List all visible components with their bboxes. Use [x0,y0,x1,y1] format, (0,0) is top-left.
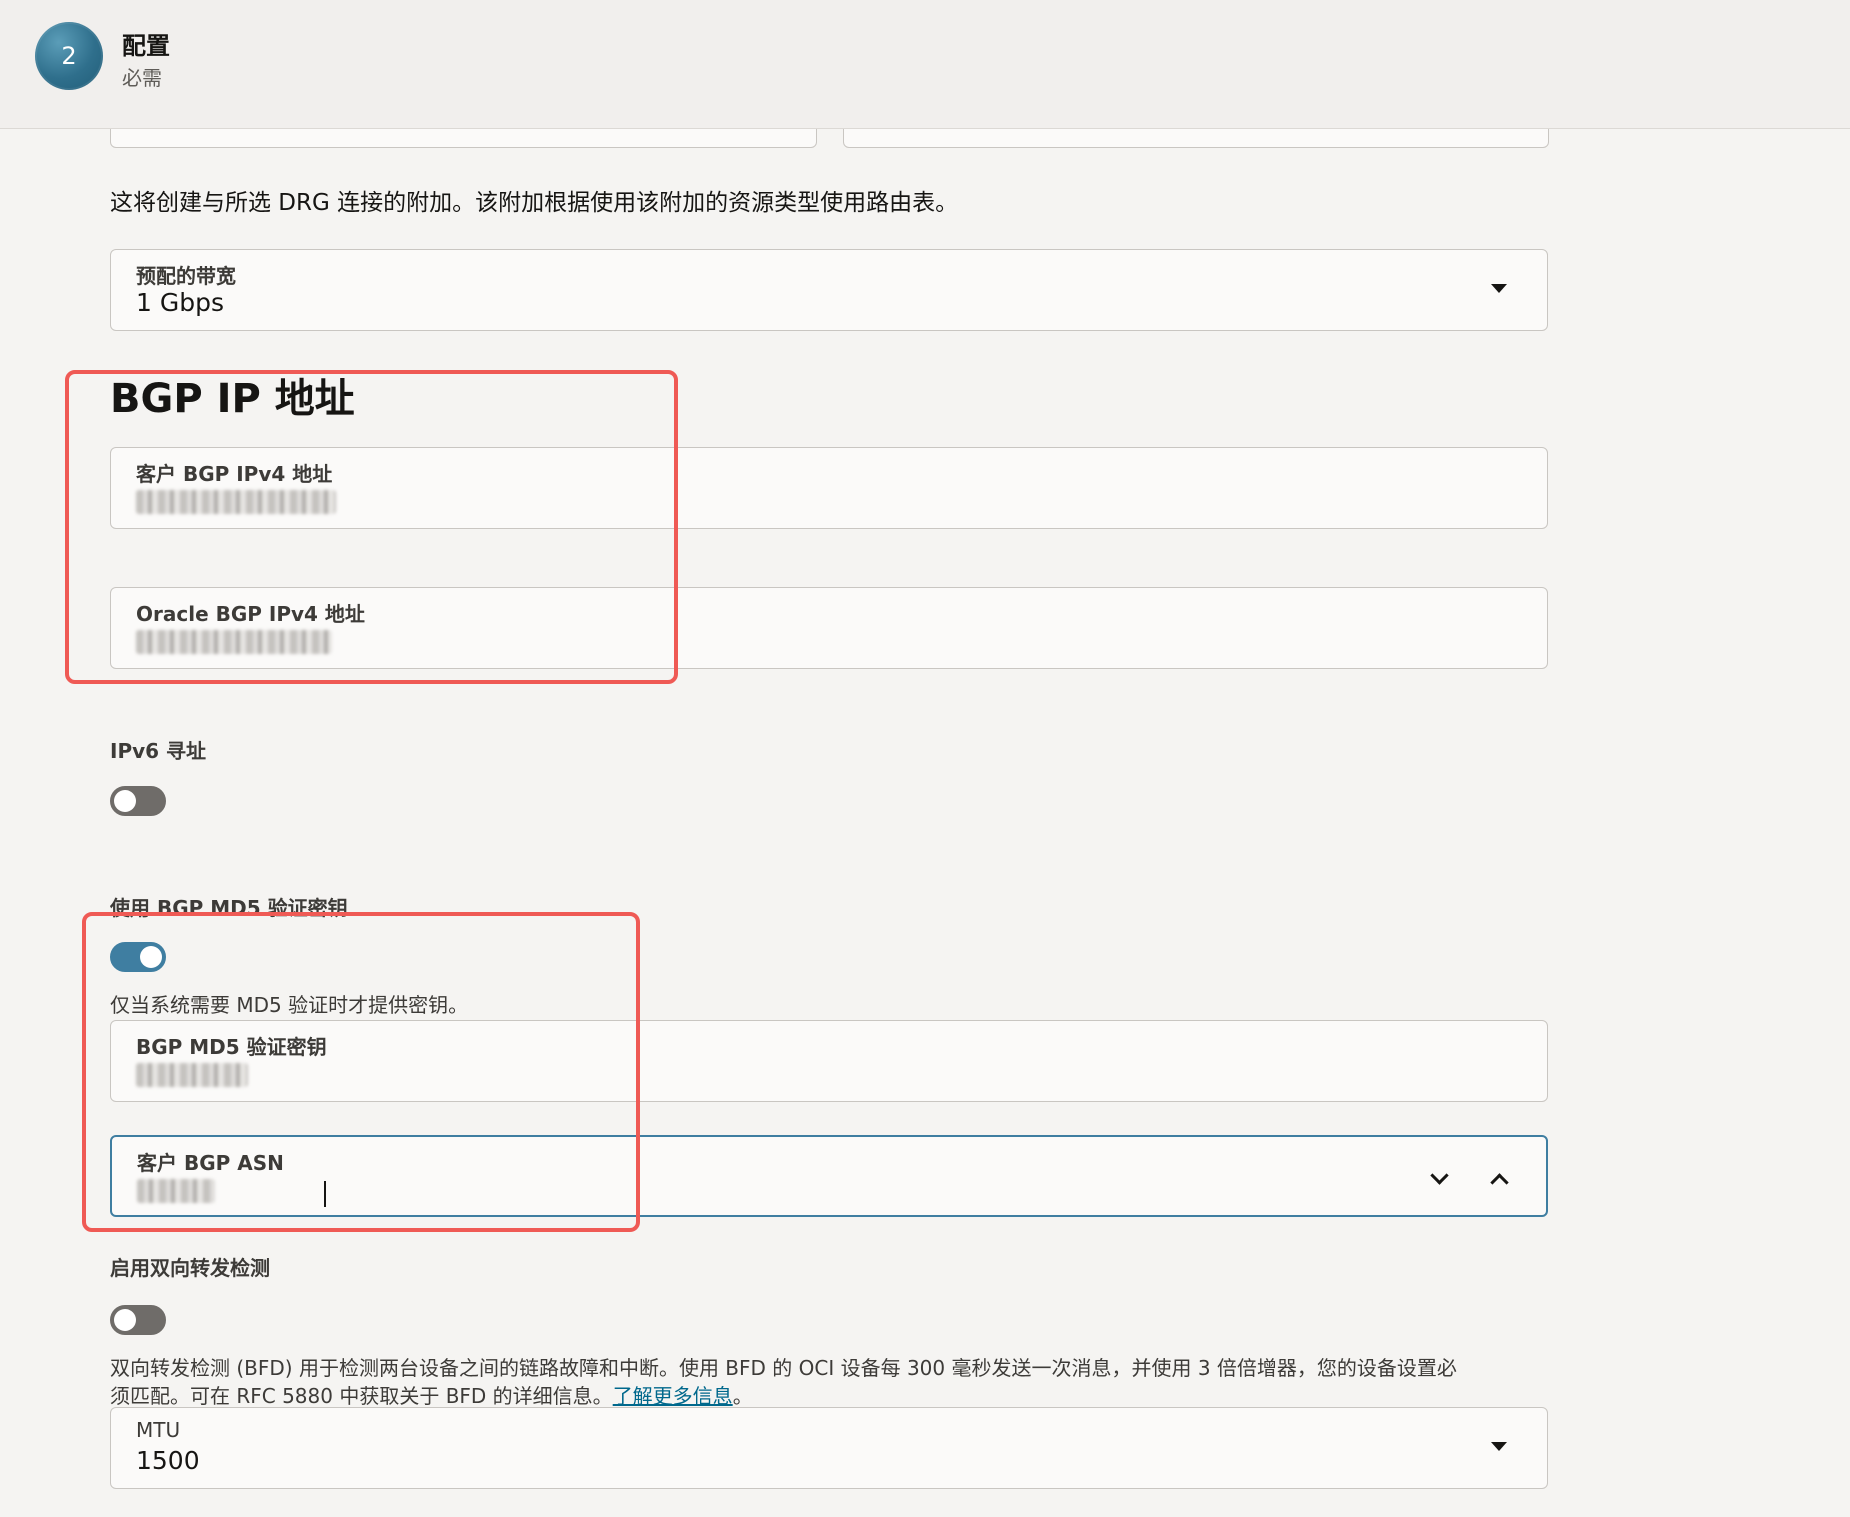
caret-down-icon[interactable] [1491,1442,1507,1451]
bandwidth-label: 预配的带宽 [136,264,236,288]
ipv6-label: IPv6 寻址 [110,739,207,763]
bfd-toggle[interactable] [110,1305,166,1335]
ipv6-toggle[interactable] [110,786,166,816]
bfd-help-line2: 须匹配。可在 RFC 5880 中获取关于 BFD 的详细信息。 [110,1384,613,1408]
highlight-box-md5-asn [82,912,640,1232]
bfd-label: 启用双向转发检测 [110,1256,270,1280]
bandwidth-value: 1 Gbps [136,288,224,317]
step-title: 配置 [122,32,170,60]
wizard-step-header: 2 配置 必需 [0,0,1850,129]
toggle-knob [114,1309,136,1331]
caret-down-icon[interactable] [1491,284,1507,293]
step-number-badge: 2 [35,22,103,90]
mtu-label: MTU [136,1418,181,1442]
step-subtitle: 必需 [122,66,162,90]
learn-more-link[interactable]: 了解更多信息 [613,1384,733,1408]
bandwidth-select[interactable]: 预配的带宽 1 Gbps [110,249,1548,331]
bfd-help-line2-wrap: 须匹配。可在 RFC 5880 中获取关于 BFD 的详细信息。了解更多信息。 [110,1380,753,1409]
mtu-value: 1500 [136,1446,200,1475]
highlight-box-bgp-ip [65,370,678,684]
drg-description: 这将创建与所选 DRG 连接的附加。该附加根据使用该附加的资源类型使用路由表。 [110,190,959,216]
toggle-knob [114,790,136,812]
chevron-down-icon[interactable] [1430,1166,1449,1185]
mtu-select[interactable]: MTU 1500 [110,1407,1548,1489]
chevron-up-icon[interactable] [1490,1173,1509,1192]
bfd-help-line1: 双向转发检测 (BFD) 用于检测两台设备之间的链路故障和中断。使用 BFD 的… [110,1356,1457,1380]
bfd-help-end: 。 [732,1384,753,1408]
